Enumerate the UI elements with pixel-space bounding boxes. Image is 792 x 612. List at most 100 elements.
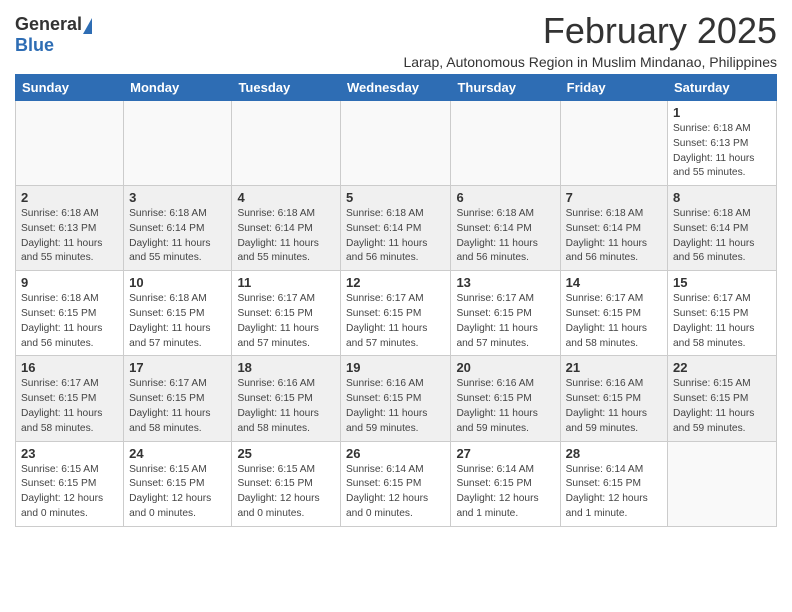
calendar-cell: 1 Sunrise: 6:18 AM Sunset: 6:13 PM Daylig… (668, 101, 777, 186)
day-number: 16 (21, 360, 118, 375)
calendar-week-row: 16 Sunrise: 6:17 AM Sunset: 6:15 PM Dayli… (16, 356, 777, 441)
calendar-cell: 27 Sunrise: 6:14 AM Sunset: 6:15 PM Dayli… (451, 441, 560, 526)
calendar-cell: 7 Sunrise: 6:18 AM Sunset: 6:14 PM Daylig… (560, 186, 667, 271)
calendar-cell: 5 Sunrise: 6:18 AM Sunset: 6:14 PM Daylig… (341, 186, 451, 271)
day-info: Sunrise: 6:16 AM Sunset: 6:15 PM Dayligh… (346, 377, 445, 436)
column-header-monday: Monday (124, 75, 232, 101)
day-number: 23 (21, 446, 118, 461)
day-number: 12 (346, 275, 445, 290)
day-info: Sunrise: 6:18 AM Sunset: 6:14 PM Dayligh… (566, 207, 662, 266)
calendar-cell: 13 Sunrise: 6:17 AM Sunset: 6:15 PM Dayli… (451, 271, 560, 356)
calendar-cell: 25 Sunrise: 6:15 AM Sunset: 6:15 PM Dayli… (232, 441, 341, 526)
column-header-thursday: Thursday (451, 75, 560, 101)
calendar-cell: 28 Sunrise: 6:14 AM Sunset: 6:15 PM Dayli… (560, 441, 667, 526)
calendar-week-row: 2Sunrise: 6:18 AM Sunset: 6:13 PM Daylig… (16, 186, 777, 271)
day-number: 6 (456, 190, 554, 205)
calendar-cell (124, 101, 232, 186)
day-number: 19 (346, 360, 445, 375)
title-section: February 2025 Larap, Autonomous Region i… (403, 10, 777, 70)
day-number: 5 (346, 190, 445, 205)
column-header-friday: Friday (560, 75, 667, 101)
calendar-header-row: SundayMondayTuesdayWednesdayThursdayFrid… (16, 75, 777, 101)
day-number: 14 (566, 275, 662, 290)
day-info: Sunrise: 6:18 AM Sunset: 6:14 PM Dayligh… (237, 207, 335, 266)
calendar-cell: 8Sunrise: 6:18 AM Sunset: 6:14 PM Daylig… (668, 186, 777, 271)
calendar-cell (451, 101, 560, 186)
calendar-cell: 15 Sunrise: 6:17 AM Sunset: 6:15 PM Dayli… (668, 271, 777, 356)
calendar-cell: 17 Sunrise: 6:17 AM Sunset: 6:15 PM Dayli… (124, 356, 232, 441)
day-info: Sunrise: 6:14 AM Sunset: 6:15 PM Dayligh… (456, 463, 554, 522)
day-number: 9 (21, 275, 118, 290)
day-info: Sunrise: 6:18 AM Sunset: 6:13 PM Dayligh… (21, 207, 118, 266)
calendar-cell: 10Sunrise: 6:18 AM Sunset: 6:15 PM Dayli… (124, 271, 232, 356)
calendar-cell: 16 Sunrise: 6:17 AM Sunset: 6:15 PM Dayli… (16, 356, 124, 441)
calendar-cell: 19 Sunrise: 6:16 AM Sunset: 6:15 PM Dayli… (341, 356, 451, 441)
day-number: 7 (566, 190, 662, 205)
day-info: Sunrise: 6:17 AM Sunset: 6:15 PM Dayligh… (346, 292, 445, 351)
day-info: Sunrise: 6:17 AM Sunset: 6:15 PM Dayligh… (237, 292, 335, 351)
calendar-cell: 23 Sunrise: 6:15 AM Sunset: 6:15 PM Dayli… (16, 441, 124, 526)
logo-triangle-icon (83, 18, 92, 34)
day-number: 21 (566, 360, 662, 375)
day-number: 1 (673, 105, 771, 120)
column-header-wednesday: Wednesday (341, 75, 451, 101)
day-number: 13 (456, 275, 554, 290)
day-info: Sunrise: 6:18 AM Sunset: 6:13 PM Dayligh… (673, 122, 771, 181)
day-info: Sunrise: 6:15 AM Sunset: 6:15 PM Dayligh… (21, 463, 118, 522)
column-header-saturday: Saturday (668, 75, 777, 101)
day-info: Sunrise: 6:17 AM Sunset: 6:15 PM Dayligh… (566, 292, 662, 351)
calendar-cell (668, 441, 777, 526)
day-number: 20 (456, 360, 554, 375)
day-number: 4 (237, 190, 335, 205)
calendar-cell (560, 101, 667, 186)
day-info: Sunrise: 6:14 AM Sunset: 6:15 PM Dayligh… (566, 463, 662, 522)
calendar-title: February 2025 (403, 10, 777, 52)
day-info: Sunrise: 6:18 AM Sunset: 6:14 PM Dayligh… (129, 207, 226, 266)
day-number: 27 (456, 446, 554, 461)
logo-general-text: General (15, 14, 82, 35)
day-number: 28 (566, 446, 662, 461)
day-info: Sunrise: 6:15 AM Sunset: 6:15 PM Dayligh… (129, 463, 226, 522)
day-info: Sunrise: 6:17 AM Sunset: 6:15 PM Dayligh… (21, 377, 118, 436)
logo: General Blue (15, 14, 92, 56)
calendar-cell: 14 Sunrise: 6:17 AM Sunset: 6:15 PM Dayli… (560, 271, 667, 356)
day-number: 17 (129, 360, 226, 375)
calendar-cell: 22Sunrise: 6:15 AM Sunset: 6:15 PM Dayli… (668, 356, 777, 441)
calendar-week-row: 23 Sunrise: 6:15 AM Sunset: 6:15 PM Dayli… (16, 441, 777, 526)
day-info: Sunrise: 6:15 AM Sunset: 6:15 PM Dayligh… (237, 463, 335, 522)
calendar-cell (341, 101, 451, 186)
calendar-table: SundayMondayTuesdayWednesdayThursdayFrid… (15, 74, 777, 527)
calendar-cell: 21 Sunrise: 6:16 AM Sunset: 6:15 PM Dayli… (560, 356, 667, 441)
day-number: 3 (129, 190, 226, 205)
day-info: Sunrise: 6:18 AM Sunset: 6:15 PM Dayligh… (129, 292, 226, 351)
day-number: 18 (237, 360, 335, 375)
calendar-cell: 4 Sunrise: 6:18 AM Sunset: 6:14 PM Daylig… (232, 186, 341, 271)
calendar-cell: 2Sunrise: 6:18 AM Sunset: 6:13 PM Daylig… (16, 186, 124, 271)
day-info: Sunrise: 6:18 AM Sunset: 6:14 PM Dayligh… (456, 207, 554, 266)
day-info: Sunrise: 6:15 AM Sunset: 6:15 PM Dayligh… (673, 377, 771, 436)
day-number: 8 (673, 190, 771, 205)
day-number: 11 (237, 275, 335, 290)
day-info: Sunrise: 6:17 AM Sunset: 6:15 PM Dayligh… (129, 377, 226, 436)
calendar-cell: 6 Sunrise: 6:18 AM Sunset: 6:14 PM Daylig… (451, 186, 560, 271)
day-info: Sunrise: 6:17 AM Sunset: 6:15 PM Dayligh… (673, 292, 771, 351)
calendar-cell: 9Sunrise: 6:18 AM Sunset: 6:15 PM Daylig… (16, 271, 124, 356)
calendar-week-row: 9 Sunrise: 6:18 AM Sunset: 6:15 PM Daylig… (16, 271, 777, 356)
day-info: Sunrise: 6:16 AM Sunset: 6:15 PM Dayligh… (237, 377, 335, 436)
calendar-cell: 12 Sunrise: 6:17 AM Sunset: 6:15 PM Dayli… (341, 271, 451, 356)
column-header-sunday: Sunday (16, 75, 124, 101)
day-info: Sunrise: 6:14 AM Sunset: 6:15 PM Dayligh… (346, 463, 445, 522)
calendar-cell (232, 101, 341, 186)
logo-blue-text: Blue (15, 35, 54, 55)
calendar-cell: 26Sunrise: 6:14 AM Sunset: 6:15 PM Dayli… (341, 441, 451, 526)
calendar-cell: 20Sunrise: 6:16 AM Sunset: 6:15 PM Dayli… (451, 356, 560, 441)
calendar-cell: 18 Sunrise: 6:16 AM Sunset: 6:15 PM Dayli… (232, 356, 341, 441)
day-info: Sunrise: 6:17 AM Sunset: 6:15 PM Dayligh… (456, 292, 554, 351)
day-info: Sunrise: 6:16 AM Sunset: 6:15 PM Dayligh… (566, 377, 662, 436)
calendar-cell: 11 Sunrise: 6:17 AM Sunset: 6:15 PM Dayli… (232, 271, 341, 356)
day-number: 15 (673, 275, 771, 290)
column-header-tuesday: Tuesday (232, 75, 341, 101)
day-number: 25 (237, 446, 335, 461)
day-info: Sunrise: 6:18 AM Sunset: 6:14 PM Dayligh… (346, 207, 445, 266)
calendar-cell (16, 101, 124, 186)
